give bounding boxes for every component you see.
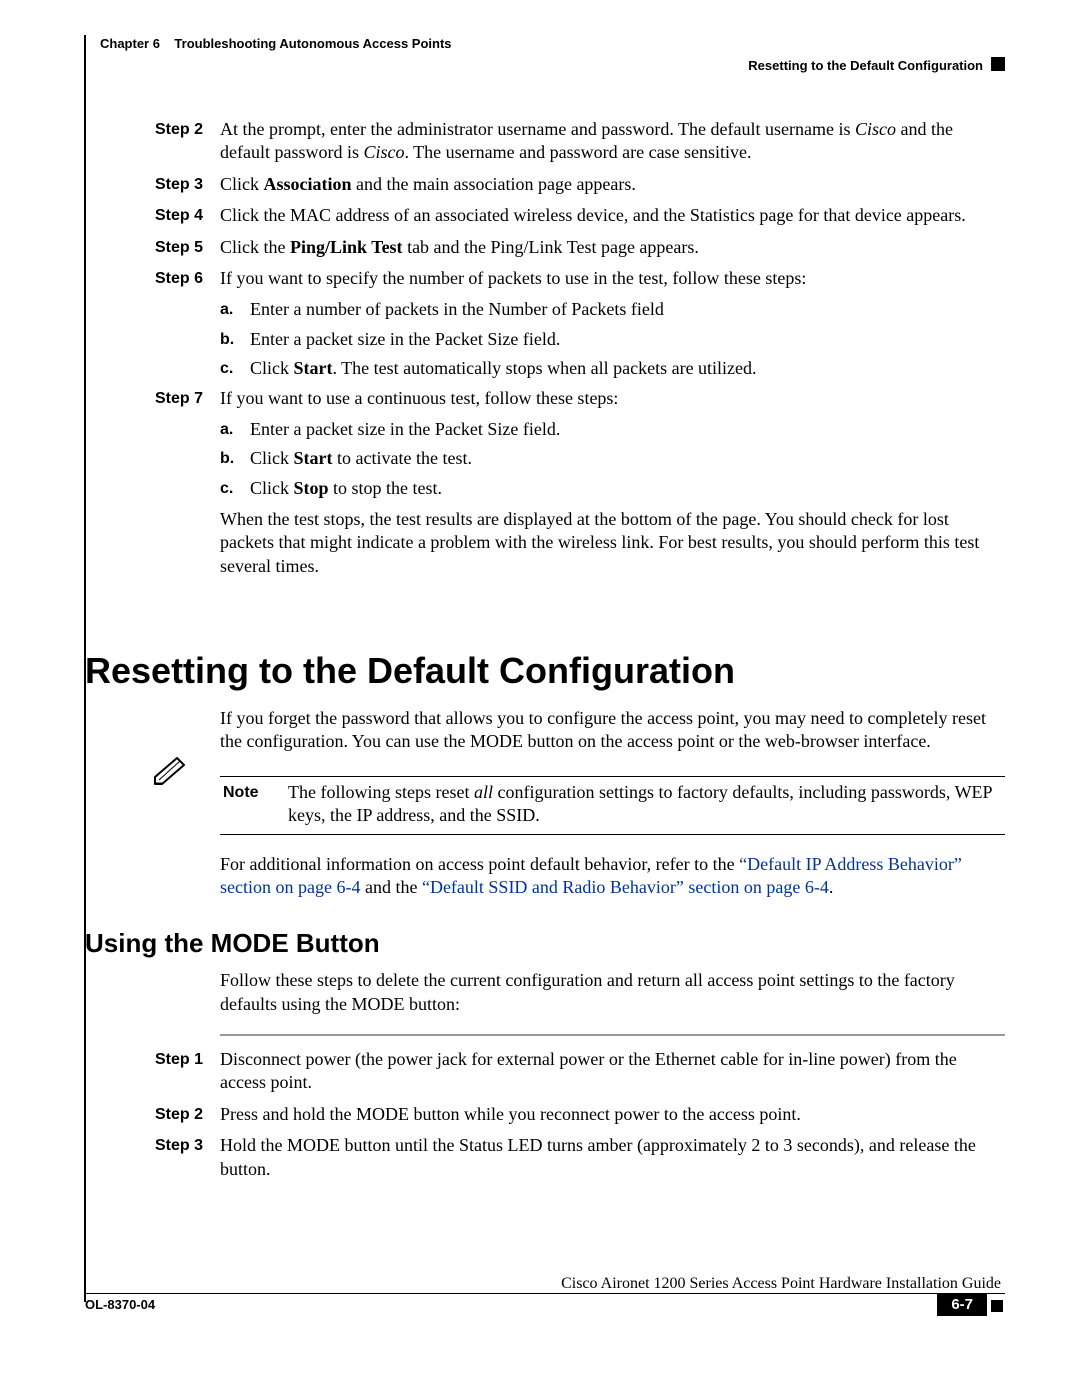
list-item: a. Enter a packet size in the Packet Siz…: [220, 418, 1005, 441]
step-body: Hold the MODE button until the Status LE…: [220, 1134, 1005, 1181]
footer-rule: [85, 1293, 1005, 1294]
step-row: Step 5 Click the Ping/Link Test tab and …: [85, 236, 1005, 259]
h2-intro-paragraph: Follow these steps to delete the current…: [220, 969, 1005, 1016]
step7-result-paragraph: When the test stops, the test results ar…: [220, 508, 1005, 578]
page-number-badge: 6-7: [937, 1293, 987, 1316]
xref-paragraph: For additional information on access poi…: [220, 853, 1005, 900]
step-label: Step 5: [85, 236, 220, 259]
footer-doc-id: OL-8370-04: [85, 1297, 155, 1312]
step-row: Step 7 If you want to use a continuous t…: [85, 387, 1005, 410]
step6-sublist: a. Enter a number of packets in the Numb…: [220, 298, 1005, 380]
step-label: Step 2: [85, 1103, 220, 1126]
step-body: Click the MAC address of an associated w…: [220, 204, 1005, 227]
h1-intro-paragraph: If you forget the password that allows y…: [220, 707, 1005, 754]
step-row: Step 3 Hold the MODE button until the St…: [85, 1134, 1005, 1181]
xref-link[interactable]: “Default SSID and Radio Behavior” sectio…: [422, 877, 829, 897]
step-body: If you want to use a continuous test, fo…: [220, 387, 1005, 410]
step7-sublist: a. Enter a packet size in the Packet Siz…: [220, 418, 1005, 500]
list-item: c. Click Start. The test automatically s…: [220, 357, 1005, 380]
step-row: Step 4 Click the MAC address of an assoc…: [85, 204, 1005, 227]
step-label: Step 3: [85, 1134, 220, 1181]
list-item: b. Click Start to activate the test.: [220, 447, 1005, 470]
list-item: a. Enter a number of packets in the Numb…: [220, 298, 1005, 321]
page-footer: Cisco Aironet 1200 Series Access Point H…: [85, 1275, 1005, 1313]
note-label: Note: [223, 781, 288, 828]
step-body: At the prompt, enter the administrator u…: [220, 118, 1005, 165]
step-body: If you want to specify the number of pac…: [220, 267, 1005, 290]
step-row: Step 6 If you want to specify the number…: [85, 267, 1005, 290]
step-row: Step 1 Disconnect power (the power jack …: [85, 1048, 1005, 1095]
step-row: Step 2 Press and hold the MODE button wh…: [85, 1103, 1005, 1126]
note-body: The following steps reset all configurat…: [288, 781, 1005, 828]
chapter-title: Troubleshooting Autonomous Access Points: [174, 36, 451, 51]
running-header: Chapter 6 Troubleshooting Autonomous Acc…: [100, 36, 1005, 51]
header-section-title: Resetting to the Default Configuration: [748, 58, 983, 73]
step-label: Step 3: [85, 173, 220, 196]
heading-2: Using the MODE Button: [85, 927, 1005, 961]
list-item: c. Click Stop to stop the test.: [220, 477, 1005, 500]
footer-square-marker: [991, 1300, 1003, 1312]
page-content: Step 2 At the prompt, enter the administ…: [85, 118, 1005, 1189]
step-body: Disconnect power (the power jack for ext…: [220, 1048, 1005, 1095]
step-label: Step 6: [85, 267, 220, 290]
note-pencil-icon: [85, 781, 223, 828]
step-body: Click the Ping/Link Test tab and the Pin…: [220, 236, 1005, 259]
step-label: Step 2: [85, 118, 220, 165]
list-item: b. Enter a packet size in the Packet Siz…: [220, 328, 1005, 351]
step-separator-rule: [220, 1034, 1005, 1036]
chapter-label: Chapter 6: [100, 36, 160, 51]
step-label: Step 4: [85, 204, 220, 227]
step-body: Click Association and the main associati…: [220, 173, 1005, 196]
step-label: Step 7: [85, 387, 220, 410]
note-block: Note The following steps reset all confi…: [85, 776, 1005, 839]
footer-guide-title: Cisco Aironet 1200 Series Access Point H…: [85, 1275, 1005, 1293]
heading-1: Resetting to the Default Configuration: [85, 648, 1005, 695]
step-label: Step 1: [85, 1048, 220, 1095]
header-square-marker: [991, 57, 1005, 71]
step-body: Press and hold the MODE button while you…: [220, 1103, 1005, 1126]
step-row: Step 3 Click Association and the main as…: [85, 173, 1005, 196]
step-row: Step 2 At the prompt, enter the administ…: [85, 118, 1005, 165]
note-rule: [220, 834, 1005, 839]
